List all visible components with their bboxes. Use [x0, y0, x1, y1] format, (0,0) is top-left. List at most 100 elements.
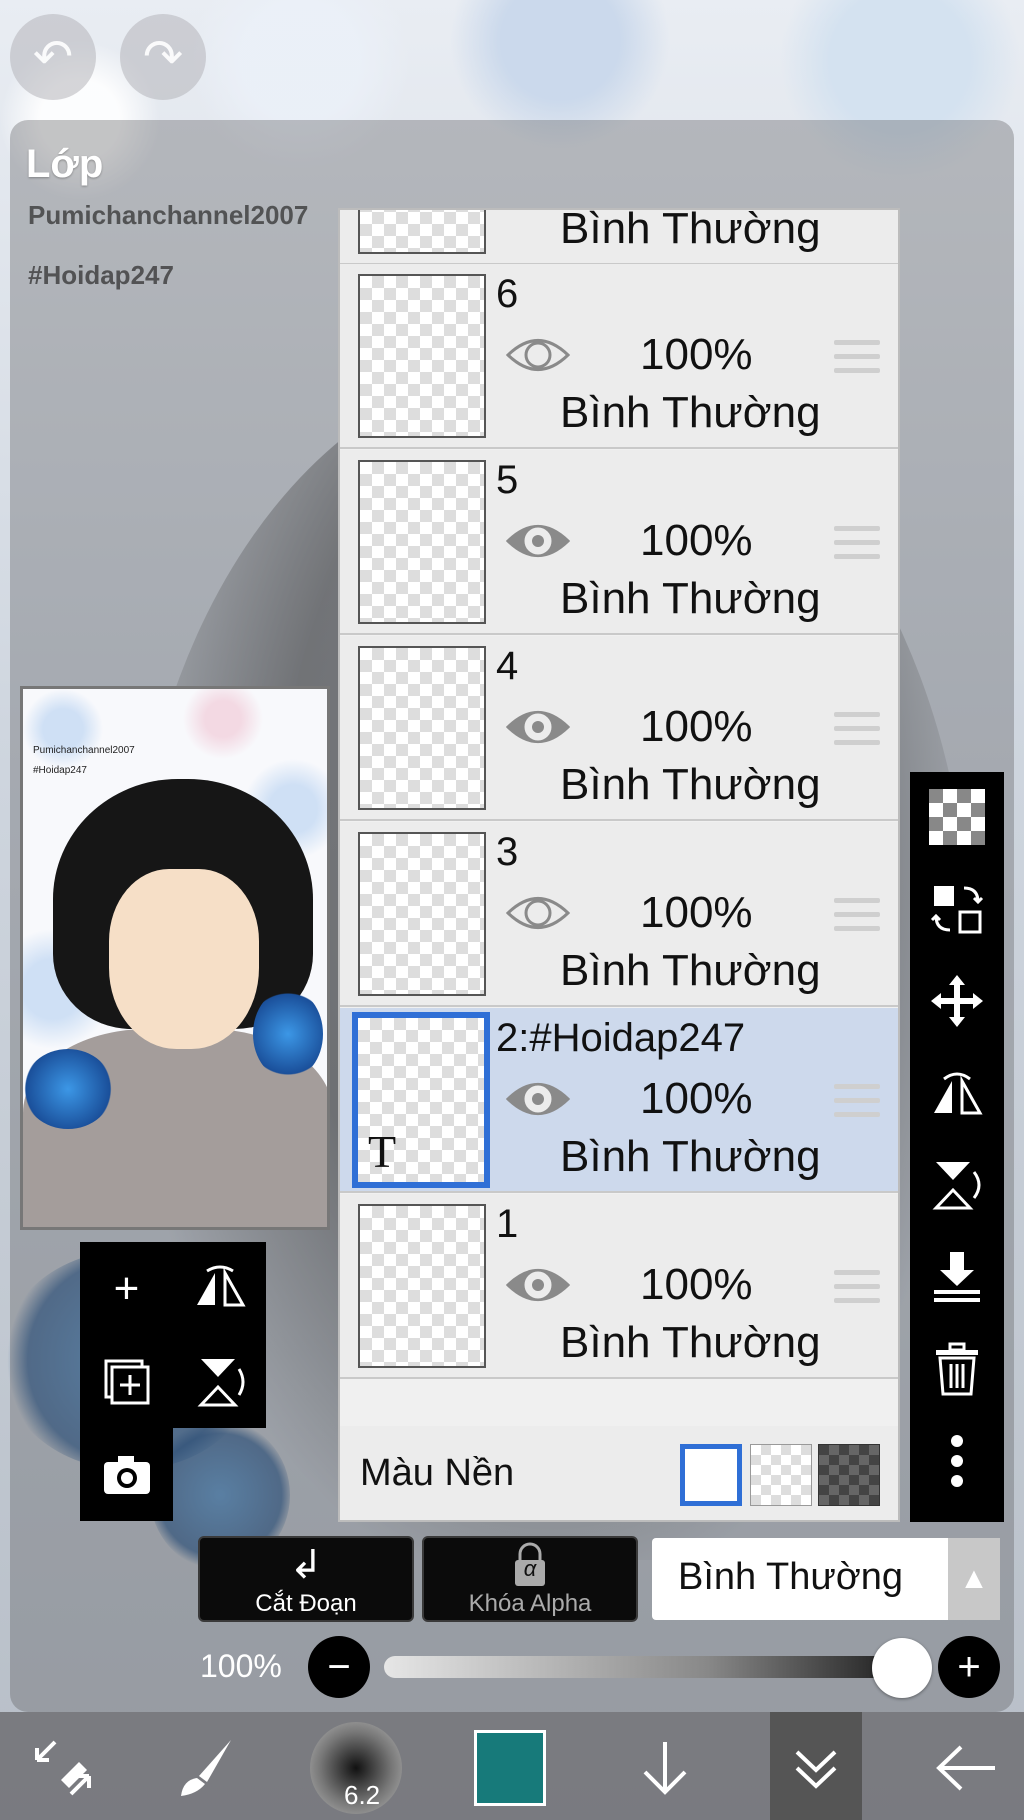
flip-vertical-icon: [932, 1162, 981, 1210]
layer-tools-column: [910, 772, 1004, 1522]
layer-thumbnail[interactable]: [358, 832, 486, 996]
layer-name: 6: [496, 272, 519, 316]
more-vertical-icon: [951, 1435, 963, 1487]
layer-row[interactable]: 1 100% Bình Thường: [340, 1194, 898, 1379]
background-color-row: Màu Nền: [340, 1426, 898, 1520]
double-chevron-down-icon: [795, 1750, 837, 1789]
swap-layer-button[interactable]: [910, 864, 1004, 954]
drag-handle-icon[interactable]: [834, 898, 880, 934]
bg-transparent-swatch[interactable]: [750, 1444, 812, 1506]
layer-thumbnail[interactable]: [358, 1204, 486, 1368]
layer-row[interactable]: 5 100% Bình Thường: [340, 450, 898, 635]
flip-layer-vertical-button[interactable]: [910, 1140, 1004, 1230]
preview-butterfly: [23, 1049, 113, 1129]
layer-name: 2:#Hoidap247: [496, 1016, 746, 1060]
caret-up-icon[interactable]: ▲: [948, 1538, 1000, 1620]
layer-name: 1: [496, 1202, 519, 1246]
layer-row[interactable]: 3 100% Bình Thường: [340, 822, 898, 1007]
layer-list[interactable]: 100%Bình Thường6100%Bình Thường5100%Bình…: [338, 208, 900, 1522]
drag-handle-icon[interactable]: [834, 340, 880, 376]
layer-name: 4: [496, 644, 519, 688]
watermark-text: Pumichanchannel2007: [28, 200, 309, 230]
layer-thumbnail[interactable]: [358, 460, 486, 624]
flip-horizontal-icon: [196, 1265, 246, 1306]
opacity-slider-track[interactable]: [384, 1656, 924, 1678]
transform-tool-button[interactable]: [18, 1722, 108, 1814]
minus-icon: −: [327, 1644, 351, 1689]
layer-blend-mode: Bình Thường: [560, 946, 821, 995]
layers-panel-button-active[interactable]: [770, 1712, 862, 1820]
layer-row[interactable]: 100%Bình Thường: [340, 208, 898, 265]
merge-down-icon: [934, 1252, 980, 1302]
layer-thumbnail[interactable]: T: [352, 1012, 490, 1188]
brush-size-value: 6.2: [344, 1780, 381, 1810]
drag-handle-icon[interactable]: [834, 526, 880, 562]
duplicate-layer-button[interactable]: [80, 1335, 173, 1428]
clipping-button[interactable]: ↲ Cắt Đoạn: [198, 1536, 414, 1622]
layer-blend-mode: Bình Thường: [560, 208, 821, 253]
eye-icon[interactable]: [505, 1076, 571, 1122]
flip-horizontal-icon: [934, 1072, 983, 1115]
add-layer-button[interactable]: +: [80, 1242, 173, 1335]
move-layer-button[interactable]: [910, 956, 1004, 1046]
clip-arrow-icon: ↲: [289, 1543, 323, 1587]
background-color-label: Màu Nền: [360, 1452, 515, 1494]
back-button[interactable]: [920, 1722, 1010, 1814]
eye-icon[interactable]: [505, 1262, 571, 1308]
alpha-lock-button[interactable]: α Khóa Alpha: [422, 1536, 638, 1622]
layer-thumbnail[interactable]: [358, 210, 486, 254]
layer-blend-mode: Bình Thường: [560, 388, 821, 437]
down-arrow-button[interactable]: [620, 1722, 710, 1814]
color-swatch-button[interactable]: [474, 1730, 546, 1806]
merge-down-button[interactable]: [910, 1232, 1004, 1322]
layer-opacity: 100%: [640, 702, 753, 751]
alpha-lock-label: Khóa Alpha: [468, 1590, 592, 1617]
flip-layer-horizontal-button[interactable]: [910, 1048, 1004, 1138]
arrow-down-icon: [643, 1742, 687, 1795]
bg-white-swatch[interactable]: [680, 1444, 742, 1506]
eye-outline-icon[interactable]: [505, 332, 571, 378]
opacity-increase-button[interactable]: +: [938, 1636, 1000, 1698]
layer-opacity: 100%: [640, 516, 753, 565]
drag-handle-icon[interactable]: [834, 1270, 880, 1306]
layer-row[interactable]: 4 100% Bình Thường: [340, 636, 898, 821]
watermark-hashtag: #Hoidap247: [28, 260, 174, 290]
layer-blend-mode: Bình Thường: [560, 1132, 821, 1181]
layer-thumbnail[interactable]: [358, 646, 486, 810]
eye-icon[interactable]: [505, 704, 571, 750]
flip-vertical-button[interactable]: [173, 1335, 266, 1428]
opacity-slider-row: 100% − +: [0, 1630, 1024, 1706]
layer-row[interactable]: T 2:#Hoidap247 100% Bình Thường: [340, 1008, 898, 1193]
layer-row[interactable]: 6 100% Bình Thường: [340, 264, 898, 449]
blend-mode-select[interactable]: Bình Thường ▲: [652, 1538, 1000, 1620]
canvas-preview[interactable]: Pumichanchannel2007 #Hoidap247: [20, 686, 330, 1230]
more-options-button[interactable]: [910, 1416, 1004, 1506]
plus-icon: +: [113, 1263, 140, 1313]
drag-handle-icon[interactable]: [834, 712, 880, 748]
blend-mode-value: Bình Thường: [678, 1556, 904, 1598]
text-layer-icon: T: [368, 1126, 397, 1177]
new-layer-transparent-button[interactable]: [910, 772, 1004, 862]
panel-title: Lớp: [26, 142, 104, 186]
opacity-slider-handle[interactable]: [872, 1638, 932, 1698]
layer-blend-mode: Bình Thường: [560, 760, 821, 809]
redo-button[interactable]: ↷: [120, 14, 206, 100]
brush-size-button[interactable]: 6.2: [310, 1722, 402, 1814]
layer-opacity: 100%: [640, 330, 753, 379]
opacity-decrease-button[interactable]: −: [308, 1636, 370, 1698]
eye-icon[interactable]: [505, 518, 571, 564]
delete-layer-button[interactable]: [910, 1324, 1004, 1414]
eye-outline-icon[interactable]: [505, 890, 571, 936]
layer-thumbnail[interactable]: [358, 274, 486, 438]
bg-dark-swatch[interactable]: [818, 1444, 880, 1506]
preview-figure-face: [109, 869, 259, 1049]
drag-handle-icon[interactable]: [834, 1084, 880, 1120]
flip-vertical-icon: [197, 1358, 244, 1406]
brush-tool-button[interactable]: [160, 1722, 250, 1814]
flip-horizontal-button[interactable]: [173, 1242, 266, 1335]
arrow-left-icon: [936, 1745, 995, 1791]
undo-button[interactable]: ↶: [10, 14, 96, 100]
preview-text: Pumichanchannel2007: [33, 745, 135, 756]
camera-icon: [103, 1455, 150, 1494]
import-photo-button[interactable]: [80, 1428, 173, 1521]
